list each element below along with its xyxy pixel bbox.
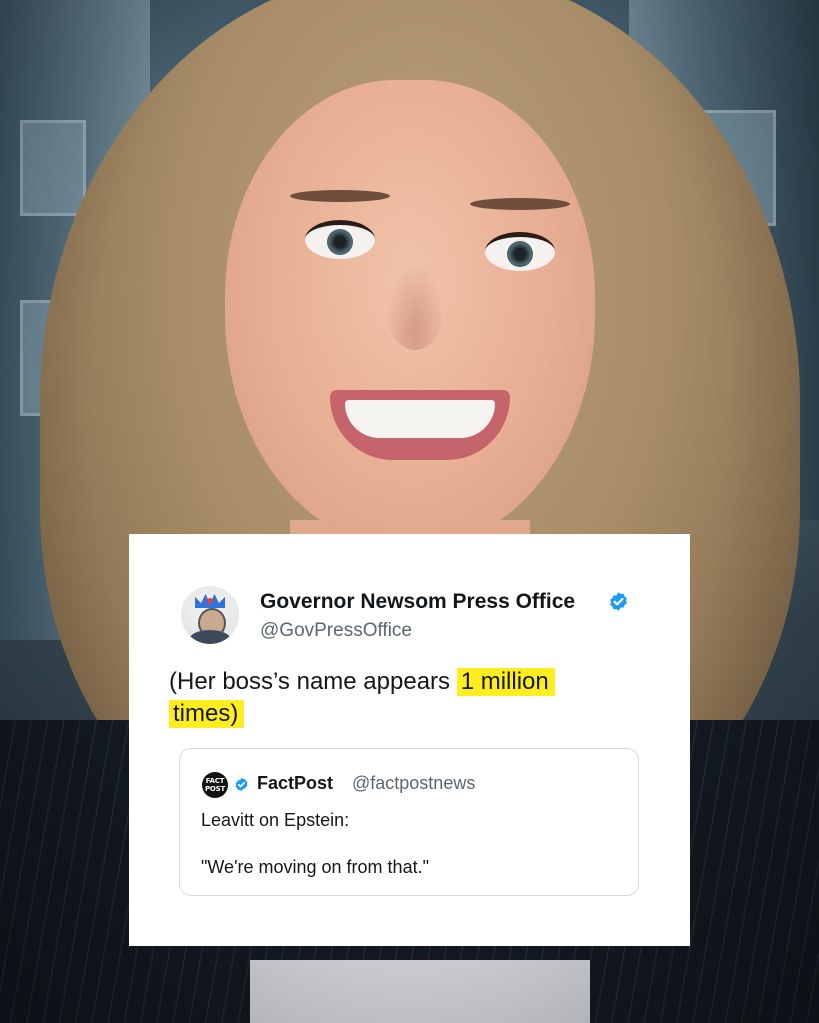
- verified-badge-icon: [235, 777, 248, 792]
- tweet-text: (Her boss’s name appears: [169, 668, 457, 695]
- factpost-logo-avatar: FACT POST: [202, 772, 228, 798]
- tweet-highlight: 1 million: [456, 668, 555, 696]
- quoted-tweet[interactable]: FACT POST FactPost @factpostnews Leavitt …: [179, 748, 639, 896]
- verified-badge-icon: [610, 592, 627, 611]
- avatar-shoulders: [189, 630, 231, 644]
- factpost-logo-text: FACT POST: [204, 777, 226, 793]
- quoted-author-handle[interactable]: @factpostnews: [352, 773, 475, 794]
- quoted-author-name[interactable]: FactPost: [257, 773, 333, 794]
- author-handle[interactable]: @GovPressOffice: [260, 620, 412, 642]
- author-avatar[interactable]: [181, 586, 239, 644]
- quoted-text-line: Leavitt on Epstein:: [201, 810, 350, 830]
- tweet-body: (Her boss’s name appears 1 million times): [169, 666, 649, 730]
- author-name[interactable]: Governor Newsom Press Office: [260, 590, 575, 614]
- crown-gem-icon: [207, 598, 213, 604]
- quoted-text-line: "We're moving on from that.": [201, 857, 429, 877]
- tweet-highlight: times): [169, 700, 245, 728]
- tweet-card: Governor Newsom Press Office @GovPressOf…: [129, 534, 690, 946]
